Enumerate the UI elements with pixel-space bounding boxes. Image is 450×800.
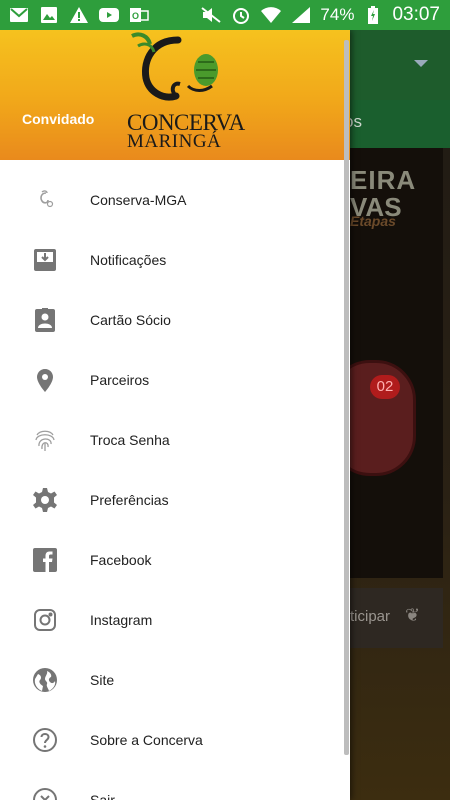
menu-item-concerva-mga[interactable]: Conserva-MGA — [0, 170, 350, 230]
signal-icon — [290, 6, 312, 24]
logo-text: MARINGÁ — [127, 131, 222, 152]
menu-label: Instagram — [90, 612, 153, 628]
menu-label: Notificações — [90, 252, 167, 268]
image-icon — [38, 6, 60, 24]
banner-subtitle: Etapas — [350, 213, 396, 229]
drawer-menu: Conserva-MGA Notificações Cartão Sócio P… — [0, 170, 350, 800]
globe-icon — [0, 667, 90, 693]
fingerprint-icon — [0, 427, 90, 453]
hop-icon: ❦ — [405, 605, 421, 625]
facebook-icon — [0, 547, 90, 573]
menu-label: Site — [90, 672, 115, 688]
menu-label: Conserva-MGA — [90, 192, 187, 208]
menu-item-parceiros[interactable]: Parceiros — [0, 350, 350, 410]
menu-item-notificacoes[interactable]: Notificações — [0, 230, 350, 290]
menu-item-troca-senha[interactable]: Troca Senha — [0, 410, 350, 470]
menu-label: Preferências — [90, 492, 169, 508]
wifi-icon — [260, 6, 282, 24]
menu-item-instagram[interactable]: Instagram — [0, 590, 350, 650]
outlook-icon: O — [128, 6, 150, 24]
battery-percent: 74% — [320, 5, 355, 24]
status-bar: O 74% 03:07 — [0, 0, 450, 30]
menu-item-sobre[interactable]: Sobre a Concerva — [0, 710, 350, 770]
member-card-icon — [0, 307, 90, 333]
instagram-icon — [0, 607, 90, 633]
step-badge: 02 — [370, 375, 400, 399]
svg-text:O: O — [132, 11, 139, 21]
dropdown-arrow-icon[interactable] — [414, 60, 428, 67]
close-circle-icon — [0, 787, 90, 800]
menu-item-site[interactable]: Site — [0, 650, 350, 710]
menu-label: Sair — [90, 792, 115, 800]
mute-icon — [200, 6, 222, 24]
alarm-icon — [230, 6, 252, 24]
drawer-scrollbar[interactable] — [344, 40, 349, 755]
menu-label: Parceiros — [90, 372, 150, 388]
menu-item-sair[interactable]: Sair — [0, 770, 350, 800]
youtube-icon — [98, 6, 120, 24]
hop-icon — [0, 187, 90, 213]
menu-item-facebook[interactable]: Facebook — [0, 530, 350, 590]
menu-item-preferencias[interactable]: Preferências — [0, 470, 350, 530]
warning-icon — [68, 6, 90, 24]
participate-text[interactable]: rticipar — [345, 608, 390, 625]
menu-item-cartao-socio[interactable]: Cartão Sócio — [0, 290, 350, 350]
gear-icon — [0, 487, 90, 513]
menu-label: Cartão Sócio — [90, 312, 171, 328]
menu-label: Sobre a Concerva — [90, 732, 203, 748]
drawer-header: Convidado CONCERVA MARINGÁ — [0, 30, 350, 160]
help-circle-icon — [0, 727, 90, 753]
menu-label: Facebook — [90, 552, 152, 568]
location-pin-icon — [0, 367, 90, 393]
menu-label: Troca Senha — [90, 432, 170, 448]
navigation-drawer: Convidado CONCERVA MARINGÁ Conserva-MGA … — [0, 30, 350, 800]
user-name: Convidado — [22, 111, 95, 127]
gmail-icon — [8, 6, 30, 24]
battery-charging-icon — [362, 6, 384, 24]
inbox-download-icon — [0, 247, 90, 273]
clock: 03:07 — [392, 4, 440, 25]
